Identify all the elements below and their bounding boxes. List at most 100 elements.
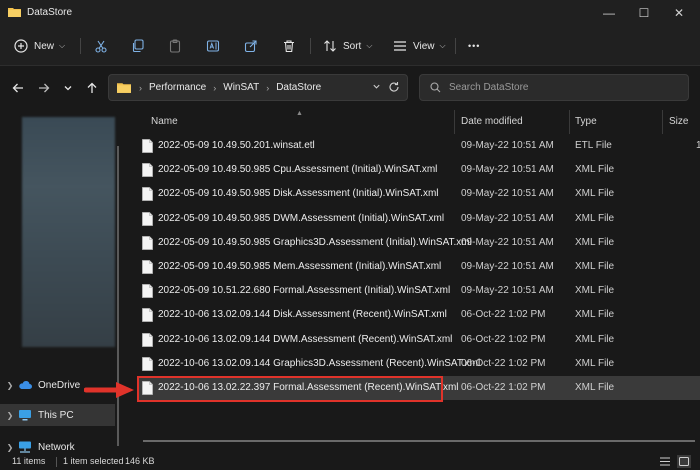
file-name: 2022-05-09 10.51.22.680 Formal.Assessmen… bbox=[158, 285, 451, 297]
copy-button[interactable] bbox=[131, 35, 145, 57]
file-date: 06-Oct-22 1:02 PM bbox=[461, 382, 546, 393]
horizontal-scrollbar[interactable] bbox=[143, 440, 695, 442]
chevron-right-icon[interactable]: ❯ bbox=[2, 381, 18, 390]
file-row[interactable]: 2022-05-09 10.49.50.985 Cpu.Assessment (… bbox=[138, 158, 700, 182]
file-name: 2022-10-06 13.02.09.144 Disk.Assessment … bbox=[158, 309, 447, 321]
arrow-left-icon bbox=[12, 83, 23, 93]
column-divider[interactable] bbox=[662, 110, 663, 134]
red-arrow-icon bbox=[84, 382, 134, 398]
document-icon bbox=[142, 308, 153, 323]
document-icon bbox=[142, 235, 153, 250]
search-input[interactable] bbox=[449, 82, 669, 93]
more-options-button[interactable]: ••• bbox=[468, 35, 480, 57]
file-type: XML File bbox=[575, 164, 615, 176]
file-row[interactable]: 2022-10-06 13.02.09.144 Disk.Assessment … bbox=[138, 303, 700, 327]
file-date: 09-May-22 10:51 AM bbox=[461, 164, 554, 176]
search-box[interactable] bbox=[419, 74, 689, 101]
selection-count: 1 item selected bbox=[63, 456, 124, 466]
status-bar: 11 items 1 item selected 146 KB bbox=[0, 454, 700, 470]
file-name: 2022-10-06 13.02.09.144 DWM.Assessment (… bbox=[158, 333, 453, 345]
file-row[interactable]: 2022-05-09 10.49.50.985 DWM.Assessment (… bbox=[138, 207, 700, 231]
file-date: 06-Oct-22 1:02 PM bbox=[461, 333, 546, 345]
maximize-button[interactable]: ☐ bbox=[627, 0, 661, 26]
breadcrumb-chevron-icon: › bbox=[213, 82, 217, 93]
address-bar[interactable]: › Performance › WinSAT › DataStore bbox=[108, 74, 408, 101]
chevron-down-icon: ⌵ bbox=[439, 41, 446, 50]
file-name: 2022-05-09 10.49.50.985 Disk.Assessment … bbox=[158, 188, 439, 200]
delete-button[interactable] bbox=[282, 35, 296, 57]
rename-button[interactable] bbox=[206, 35, 220, 57]
title-bar: DataStore — ☐ ✕ bbox=[0, 0, 700, 26]
file-row[interactable]: 2022-05-09 10.49.50.201.winsat.etl 09-May… bbox=[138, 134, 700, 158]
column-header-size[interactable]: Size bbox=[669, 116, 688, 127]
column-divider[interactable] bbox=[454, 110, 455, 134]
breadcrumb-winsat[interactable]: WinSAT bbox=[223, 82, 259, 93]
network-icon bbox=[19, 441, 31, 453]
file-row[interactable]: 2022-05-09 10.49.50.985 Mem.Assessment (… bbox=[138, 255, 700, 279]
file-date: 09-May-22 10:51 AM bbox=[461, 285, 554, 297]
file-date: 09-May-22 10:51 AM bbox=[461, 140, 554, 151]
document-icon bbox=[142, 332, 153, 347]
command-bar: New ⌵ Sort ⌵ View ⌵ ••• bbox=[0, 26, 700, 66]
plus-circle-icon bbox=[14, 39, 28, 53]
file-date: 09-May-22 10:51 AM bbox=[461, 188, 554, 200]
paste-button[interactable] bbox=[168, 35, 182, 57]
file-type: XML File bbox=[575, 261, 615, 272]
file-name: 2022-05-09 10.49.50.201.winsat.etl bbox=[158, 140, 315, 151]
view-button[interactable]: View ⌵ bbox=[393, 35, 446, 57]
nav-scrollbar[interactable] bbox=[117, 146, 119, 446]
clipboard-icon bbox=[169, 39, 181, 53]
new-button[interactable]: New ⌵ bbox=[14, 35, 65, 57]
breadcrumb-performance[interactable]: Performance bbox=[149, 82, 206, 93]
forward-button[interactable] bbox=[34, 78, 54, 98]
file-type: XML File bbox=[575, 382, 615, 393]
breadcrumb-datastore[interactable]: DataStore bbox=[276, 82, 321, 93]
file-date: 06-Oct-22 1:02 PM bbox=[461, 309, 546, 321]
cut-button[interactable] bbox=[94, 35, 108, 57]
file-name: 2022-05-09 10.49.50.985 Mem.Assessment (… bbox=[158, 261, 442, 272]
toolbar-divider bbox=[310, 38, 311, 54]
refresh-icon[interactable] bbox=[388, 81, 400, 96]
close-button[interactable]: ✕ bbox=[662, 0, 696, 26]
document-icon bbox=[142, 284, 153, 299]
file-row[interactable]: 2022-05-09 10.49.50.985 Disk.Assessment … bbox=[138, 182, 700, 206]
document-icon bbox=[142, 356, 153, 371]
sort-button[interactable]: Sort ⌵ bbox=[323, 35, 372, 57]
sort-icon bbox=[324, 40, 336, 52]
nav-item-this-pc[interactable]: ❯ This PC bbox=[0, 404, 115, 426]
sort-caret-icon: ▲ bbox=[296, 110, 303, 117]
nav-label-this-pc: This PC bbox=[38, 409, 74, 421]
column-header-type[interactable]: Type bbox=[575, 116, 597, 127]
navigation-pane: ❯ OneDrive ❯ This PC ❯ Network bbox=[0, 110, 122, 454]
file-type: ETL File bbox=[575, 140, 612, 151]
file-date: 09-May-22 10:51 AM bbox=[461, 212, 554, 224]
new-label: New bbox=[34, 40, 55, 52]
minimize-button[interactable]: — bbox=[592, 0, 626, 26]
folder-icon bbox=[117, 83, 131, 93]
chevron-right-icon[interactable]: ❯ bbox=[2, 443, 18, 452]
column-header-name[interactable]: Name bbox=[151, 116, 178, 127]
arrow-up-icon bbox=[87, 82, 97, 93]
file-row[interactable]: 2022-10-06 13.02.09.144 Graphics3D.Asses… bbox=[138, 352, 700, 376]
recent-locations-button[interactable] bbox=[58, 78, 78, 98]
back-button[interactable] bbox=[8, 78, 28, 98]
chevron-down-icon: ⌵ bbox=[366, 41, 373, 50]
tiles-view-button[interactable] bbox=[677, 455, 691, 468]
file-row[interactable]: 2022-05-09 10.49.50.985 Graphics3D.Asses… bbox=[138, 231, 700, 255]
file-row[interactable]: 2022-10-06 13.02.09.144 DWM.Assessment (… bbox=[138, 328, 700, 352]
column-headers: ▲ Name Date modified Type Size bbox=[122, 110, 700, 134]
file-type: XML File bbox=[575, 285, 615, 297]
address-dropdown-icon[interactable] bbox=[372, 82, 381, 93]
column-header-date[interactable]: Date modified bbox=[461, 116, 523, 127]
share-button[interactable] bbox=[244, 35, 258, 57]
view-label: View bbox=[413, 40, 435, 52]
chevron-down-icon: ⌵ bbox=[59, 41, 66, 50]
up-button[interactable] bbox=[82, 78, 102, 98]
file-size: 1 bbox=[696, 140, 700, 151]
chevron-right-icon[interactable]: ❯ bbox=[2, 411, 18, 420]
file-row[interactable]: 2022-05-09 10.51.22.680 Formal.Assessmen… bbox=[138, 279, 700, 303]
file-type: XML File bbox=[575, 357, 615, 369]
details-view-button[interactable] bbox=[658, 455, 672, 468]
column-divider[interactable] bbox=[569, 110, 570, 134]
item-count: 11 items bbox=[12, 456, 46, 466]
